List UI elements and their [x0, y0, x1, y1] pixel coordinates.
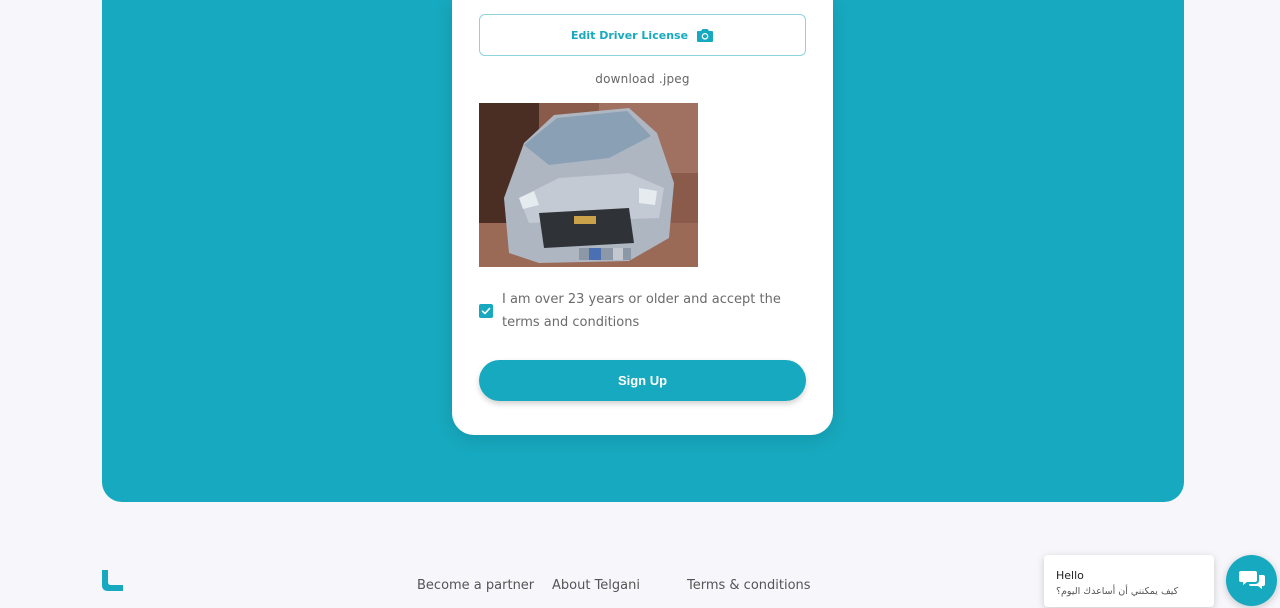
footer-link-become-partner[interactable]: Become a partner	[417, 578, 534, 593]
driver-license-preview-image	[479, 103, 698, 267]
camera-icon	[697, 28, 714, 42]
checkmark-icon	[481, 307, 491, 315]
chat-launcher-button[interactable]	[1226, 555, 1277, 606]
chat-title: Hello	[1056, 569, 1084, 582]
footer-link-about[interactable]: About Telgani	[552, 578, 640, 593]
terms-checkbox[interactable]	[479, 304, 493, 318]
edit-driver-license-label: Edit Driver License	[570, 28, 689, 42]
footer-link-terms[interactable]: Terms & conditions	[687, 578, 811, 593]
telgani-logo-icon	[102, 570, 123, 591]
sign-up-button[interactable]: Sign Up	[479, 360, 806, 401]
chat-bubbles-icon	[1238, 570, 1265, 589]
chat-subtitle: كيف يمكنني أن أساعدك اليوم؟	[1056, 586, 1179, 597]
signup-card: Edit Driver License download .jpeg I am …	[452, 0, 833, 435]
uploaded-file-name: download .jpeg	[595, 72, 690, 86]
terms-row: I am over 23 years or older and accept t…	[479, 288, 806, 334]
edit-driver-license-button[interactable]: Edit Driver License	[479, 14, 806, 56]
chat-greeting-bubble[interactable]: Hello كيف يمكنني أن أساعدك اليوم؟	[1044, 555, 1214, 607]
terms-label: I am over 23 years or older and accept t…	[502, 292, 781, 330]
